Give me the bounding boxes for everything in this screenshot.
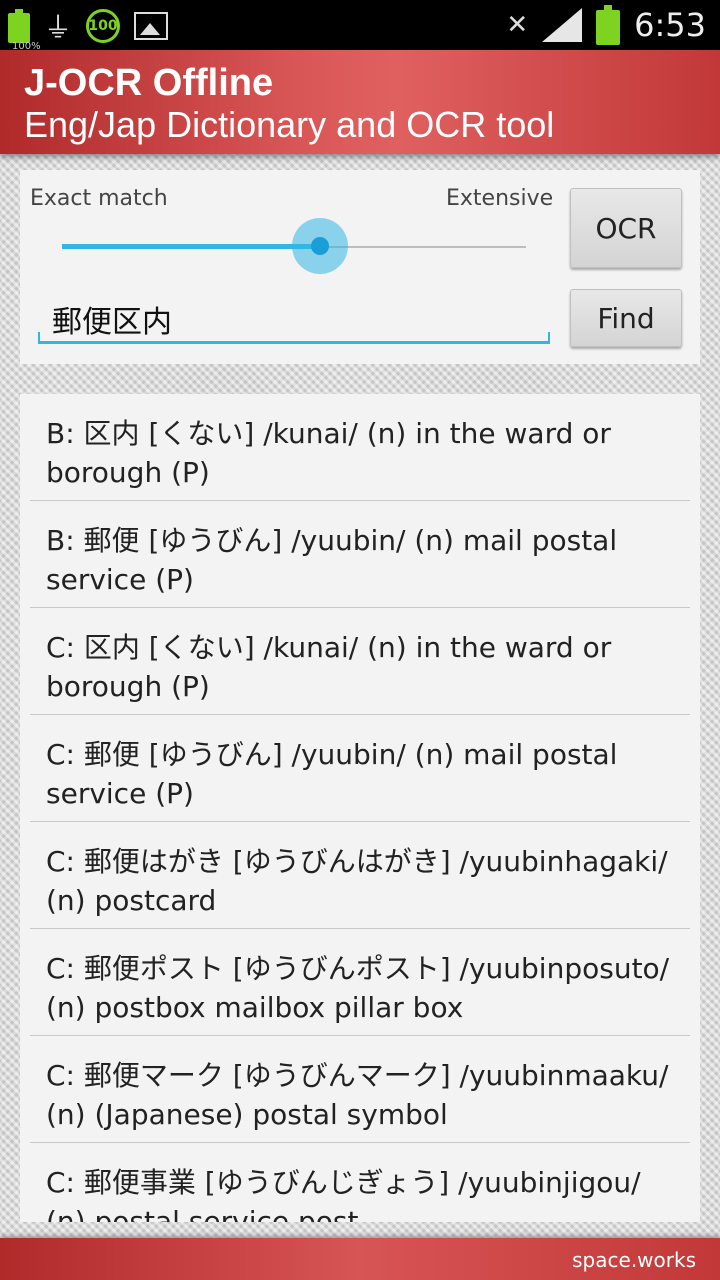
app-title: J-OCR Offline (24, 62, 274, 104)
list-item[interactable]: C: 郵便ポスト [ゆうびんポスト] /yuubinposuto/ (n) po… (30, 929, 690, 1036)
ocr-button[interactable]: OCR (570, 188, 682, 268)
status-bar: 100% ⏚ 100 ✕ 6:53 (0, 0, 720, 52)
match-slider-thumb[interactable] (311, 237, 329, 255)
footer-brand: space.works (572, 1248, 696, 1272)
signal-icon (542, 8, 583, 42)
input-underline-left (38, 332, 40, 344)
list-item[interactable]: C: 区内 [くない] /kunai/ (n) in the ward or b… (30, 608, 690, 715)
input-underline-right (548, 332, 550, 344)
find-button[interactable]: Find (570, 289, 682, 347)
status-right-icons: ✕ 6:53 (506, 0, 706, 50)
search-panel: Exact match Extensive OCR Find (20, 170, 700, 364)
app-100-value: 100 (88, 18, 118, 34)
clock: 6:53 (634, 6, 706, 44)
slider-label-extensive: Extensive (446, 186, 554, 211)
usb-icon: ⏚ (44, 11, 73, 44)
battery-icon: 100% (8, 9, 41, 52)
footer-bar: space.works (0, 1238, 720, 1280)
list-item[interactable]: C: 郵便事業 [ゆうびんじぎょう] /yuubinjigou/ (n) pos… (30, 1143, 690, 1222)
list-item[interactable]: B: 区内 [くない] /kunai/ (n) in the ward or b… (30, 394, 690, 501)
list-item[interactable]: C: 郵便はがき [ゆうびんはがき] /yuubinhagaki/ (n) po… (30, 822, 690, 929)
battery-icon (596, 5, 621, 45)
app-100-icon: 100 (86, 9, 121, 43)
mute-icon: ✕ (506, 10, 529, 40)
slider-label-exact: Exact match (30, 186, 168, 211)
image-icon (134, 12, 169, 40)
search-input[interactable] (38, 296, 550, 344)
app-subtitle: Eng/Jap Dictionary and OCR tool (24, 104, 555, 145)
results-list[interactable]: B: 区内 [くない] /kunai/ (n) in the ward or b… (20, 394, 700, 1222)
list-item[interactable]: C: 郵便マーク [ゆうびんマーク] /yuubinmaaku/ (n) (Ja… (30, 1036, 690, 1143)
status-left-icons: 100% ⏚ 100 (8, 6, 169, 52)
app-header: J-OCR Offline Eng/Jap Dictionary and OCR… (0, 50, 720, 154)
match-slider-fill (62, 244, 320, 249)
list-item[interactable]: C: 郵便 [ゆうびん] /yuubin/ (n) mail postal se… (30, 715, 690, 822)
list-item[interactable]: B: 郵便 [ゆうびん] /yuubin/ (n) mail postal se… (30, 501, 690, 608)
